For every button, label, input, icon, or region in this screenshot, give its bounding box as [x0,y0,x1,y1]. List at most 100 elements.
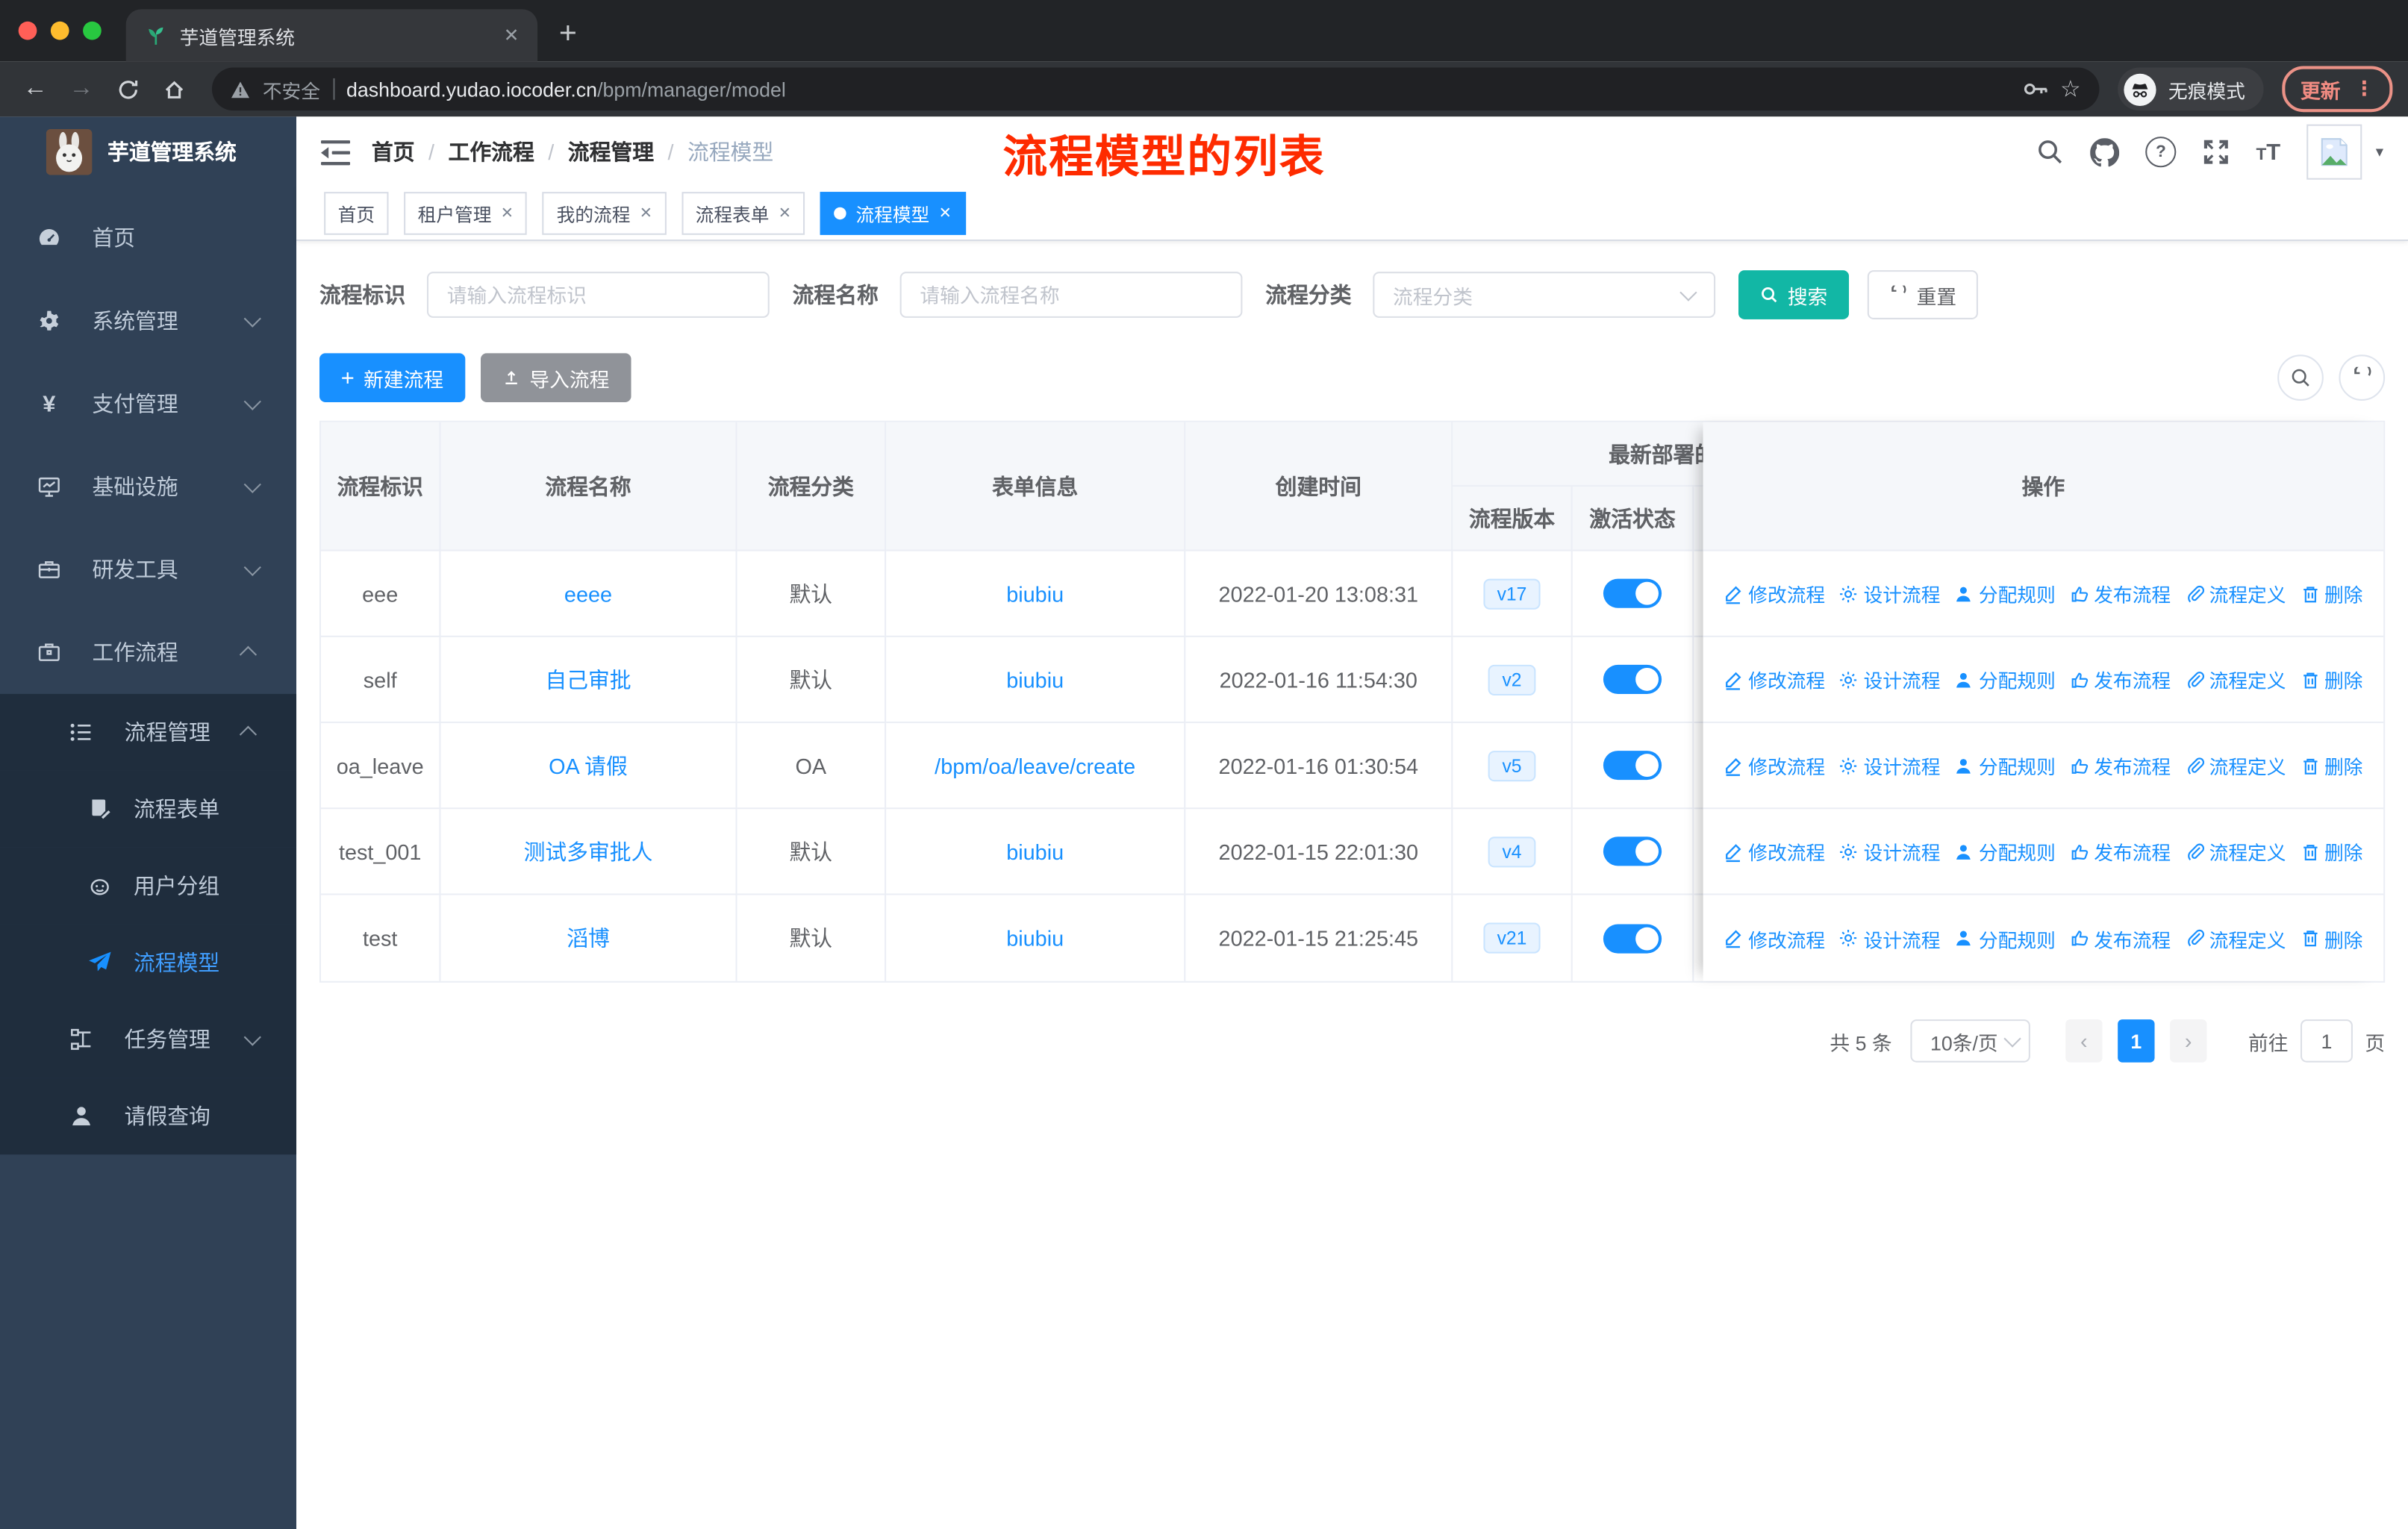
breadcrumb-item[interactable]: 工作流程 [449,137,534,167]
search-button[interactable]: 搜索 [1738,270,1850,319]
action-design-link[interactable]: 设计流程 [1839,579,1940,608]
action-definition-link[interactable]: 流程定义 [2185,751,2286,780]
action-assign-link[interactable]: 分配规则 [1954,924,2056,953]
github-icon[interactable] [2090,137,2120,166]
form-info-link[interactable]: biubiu [1006,667,1064,692]
action-publish-link[interactable]: 发布流程 [2069,665,2171,694]
sidebar-item-7[interactable]: 流程表单 [0,770,297,848]
action-delete-link[interactable]: 删除 [2300,579,2362,608]
active-toggle[interactable] [1603,923,1662,953]
sidebar-item-5[interactable]: 工作流程 [0,611,296,694]
process-name-input[interactable] [899,272,1243,318]
window-controls[interactable] [18,21,102,40]
process-key-input[interactable] [426,272,770,318]
password-key-icon[interactable] [2022,80,2048,99]
search-icon[interactable] [2036,138,2064,166]
action-design-link[interactable]: 设计流程 [1839,924,1940,953]
action-delete-link[interactable]: 删除 [2300,665,2362,694]
model-name-link[interactable]: 滔博 [567,922,610,953]
breadcrumb-item[interactable]: 流程管理 [568,137,654,167]
action-design-link[interactable]: 设计流程 [1839,837,1940,866]
action-delete-link[interactable]: 删除 [2300,924,2362,953]
action-assign-link[interactable]: 分配规则 [1954,665,2056,694]
action-publish-link[interactable]: 发布流程 [2069,837,2171,866]
tag-active[interactable]: 流程模型 ✕ [820,192,966,235]
sidebar-item-4[interactable]: 研发工具 [0,528,296,611]
reload-icon[interactable] [107,69,147,109]
tab-close-icon[interactable]: ✕ [504,25,520,46]
tag-item[interactable]: 流程表单 ✕ [681,192,805,235]
avatar-caret-icon[interactable]: ▾ [2376,143,2383,160]
action-edit-link[interactable]: 修改流程 [1724,924,1825,953]
sidebar-collapse-icon[interactable] [320,139,351,165]
maximize-window-icon[interactable] [83,21,102,40]
tag-item[interactable]: 首页 [324,192,389,235]
reset-button[interactable]: 重置 [1867,270,1978,319]
action-delete-link[interactable]: 删除 [2300,837,2362,866]
tag-item[interactable]: 我的流程 ✕ [543,192,667,235]
bookmark-star-icon[interactable]: ☆ [2060,75,2081,103]
sidebar-item-2[interactable]: ¥ 支付管理 [0,363,296,445]
model-name-link[interactable]: 测试多审批人 [524,836,653,866]
model-name-link[interactable]: OA 请假 [549,750,628,781]
model-name-link[interactable]: 自己审批 [545,664,631,695]
active-toggle[interactable] [1603,837,1662,866]
action-delete-link[interactable]: 删除 [2300,751,2362,780]
sidebar-item-9[interactable]: 流程模型 [0,924,297,1001]
sidebar-item-6[interactable]: 流程管理 [0,693,297,771]
breadcrumb-item[interactable]: 首页 [372,137,415,167]
action-definition-link[interactable]: 流程定义 [2185,665,2286,694]
sidebar-item-11[interactable]: 请假查询 [0,1078,297,1155]
action-edit-link[interactable]: 修改流程 [1724,751,1825,780]
sidebar-item-8[interactable]: 用户分组 [0,847,297,925]
browser-tab[interactable]: 芋道管理系统 ✕ [125,9,538,62]
security-label[interactable]: 不安全 [263,75,320,104]
next-page-button[interactable]: › [2170,1019,2207,1063]
category-select[interactable]: 流程分类 [1373,272,1716,318]
action-assign-link[interactable]: 分配规则 [1954,579,2056,608]
action-publish-link[interactable]: 发布流程 [2069,924,2171,953]
tag-close-icon[interactable]: ✕ [779,205,791,222]
page-size-select[interactable]: 10条/页 [1910,1019,2030,1063]
goto-page-input[interactable] [2300,1019,2353,1063]
url-bar[interactable]: 不安全 dashboard.yudao.iocoder.cn/bpm/manag… [211,67,2100,111]
form-info-link[interactable]: biubiu [1006,839,1064,863]
form-info-link[interactable]: /bpm/oa/leave/create [935,753,1135,778]
update-button[interactable]: 更新 ⋮ [2282,66,2393,113]
forward-icon[interactable]: → [61,69,101,109]
import-model-button[interactable]: 导入流程 [480,353,631,403]
action-assign-link[interactable]: 分配规则 [1954,837,2056,866]
action-design-link[interactable]: 设计流程 [1839,751,1940,780]
help-icon[interactable]: ? [2145,137,2177,168]
action-assign-link[interactable]: 分配规则 [1954,751,2056,780]
sidebar-item-1[interactable]: 系统管理 [0,279,296,362]
close-window-icon[interactable] [18,21,37,40]
back-icon[interactable]: ← [16,69,55,109]
tag-item[interactable]: 租户管理 ✕ [404,192,528,235]
form-info-link[interactable]: biubiu [1006,926,1064,951]
tag-close-icon[interactable]: ✕ [939,205,952,222]
create-model-button[interactable]: + 新建流程 [319,353,465,403]
tag-close-icon[interactable]: ✕ [640,205,652,222]
active-toggle[interactable] [1603,751,1662,781]
action-definition-link[interactable]: 流程定义 [2185,924,2286,953]
minimize-window-icon[interactable] [50,21,69,40]
tag-close-icon[interactable]: ✕ [501,205,514,222]
action-design-link[interactable]: 设计流程 [1839,665,1940,694]
active-toggle[interactable] [1603,578,1662,608]
action-edit-link[interactable]: 修改流程 [1724,837,1825,866]
action-edit-link[interactable]: 修改流程 [1724,579,1825,608]
sidebar-item-3[interactable]: 基础设施 [0,445,296,528]
page-number-current[interactable]: 1 [2118,1019,2155,1063]
action-definition-link[interactable]: 流程定义 [2185,579,2286,608]
active-toggle[interactable] [1603,664,1662,694]
avatar[interactable] [2306,124,2362,180]
action-definition-link[interactable]: 流程定义 [2185,837,2286,866]
sidebar-item-0[interactable]: 首页 [0,196,296,279]
browser-menu-icon[interactable]: ⋮ [2354,77,2374,101]
font-size-icon[interactable]: TT [2256,139,2280,165]
new-tab-button[interactable]: + [559,17,577,52]
action-publish-link[interactable]: 发布流程 [2069,579,2171,608]
prev-page-button[interactable]: ‹ [2065,1019,2103,1063]
table-search-button[interactable] [2277,354,2324,401]
